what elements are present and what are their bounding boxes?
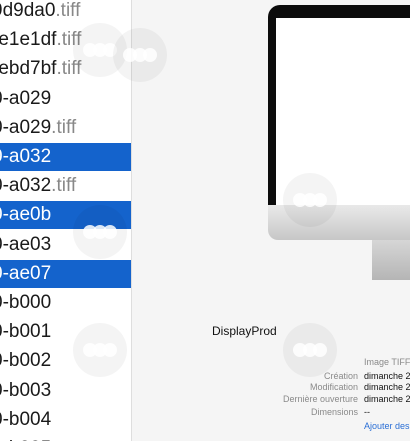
file-list-item[interactable]: 0-ae07 — [0, 259, 131, 288]
monitor-stand — [372, 240, 410, 280]
file-name: 0-b002 — [0, 350, 52, 372]
add-tags-row: Ajouter des — [133, 421, 410, 431]
file-name: 0-a029 — [0, 116, 52, 138]
file-name: 0-a032 — [0, 175, 52, 197]
info-row: Création dimanche 2 — [133, 371, 410, 381]
file-list-item[interactable]: 0-a029 — [0, 85, 131, 113]
info-row: Dernière ouverture dimanche 2 — [133, 394, 410, 404]
file-name: 0-b004 — [0, 408, 52, 430]
info-row: Modification dimanche 2 — [133, 382, 410, 392]
file-name: 0-ae03 — [0, 233, 52, 255]
info-value: -- — [364, 407, 370, 417]
ellipsis-circle-icon — [73, 323, 127, 377]
file-name: 0-a032 — [0, 146, 52, 167]
file-list-item[interactable]: 0-a032 — [0, 143, 131, 171]
file-name: 0-b001 — [0, 321, 52, 343]
info-value: dimanche 2 — [364, 371, 410, 381]
file-list-item[interactable]: 0-a032.tiff — [0, 172, 131, 200]
info-value: dimanche 2 — [364, 382, 410, 392]
preview-kind: Image TIFF — [364, 357, 410, 367]
info-row: Dimensions -- — [133, 407, 410, 417]
file-name: 9d9da0 — [0, 0, 56, 21]
preview-title: DisplayProd — [212, 324, 277, 338]
ellipsis-circle-icon — [283, 173, 337, 227]
ellipsis-circle-icon — [113, 28, 167, 82]
preview-kind-row: Image TIFF — [133, 357, 410, 367]
file-extension: .tiff — [55, 0, 81, 21]
file-list-item[interactable]: 0-b004 — [0, 406, 131, 434]
file-name: 0-b003 — [0, 379, 52, 401]
file-name: 0-ae07 — [0, 262, 52, 284]
file-name: -ebd7bf — [0, 58, 57, 80]
file-name: 0-b000 — [0, 292, 52, 313]
file-list-item[interactable]: 9d9da0.tiff — [0, 0, 131, 25]
file-extension: .tiff — [51, 175, 77, 197]
file-name: -e1e1df — [0, 29, 57, 51]
add-tags-link[interactable]: Ajouter des — [364, 421, 410, 431]
file-name: 0-ae0b — [0, 204, 52, 226]
file-list-item[interactable]: 0-b000 — [0, 289, 131, 317]
info-label: Dernière ouverture — [282, 394, 358, 404]
info-label: Modification — [309, 382, 358, 392]
file-list-item[interactable]: 0-a029.tiff — [0, 114, 131, 142]
file-name: 0-a029 — [0, 87, 52, 109]
info-label: Dimensions — [310, 407, 358, 417]
file-extension: .tiff — [51, 116, 77, 138]
file-list-item[interactable]: 0-b005 — [0, 435, 131, 441]
file-list-item[interactable]: 0-b003 — [0, 377, 131, 405]
info-label: Création — [323, 371, 358, 381]
info-value: dimanche 2 — [364, 394, 410, 404]
ellipsis-circle-icon — [73, 205, 127, 259]
ellipsis-circle-icon — [283, 323, 337, 377]
